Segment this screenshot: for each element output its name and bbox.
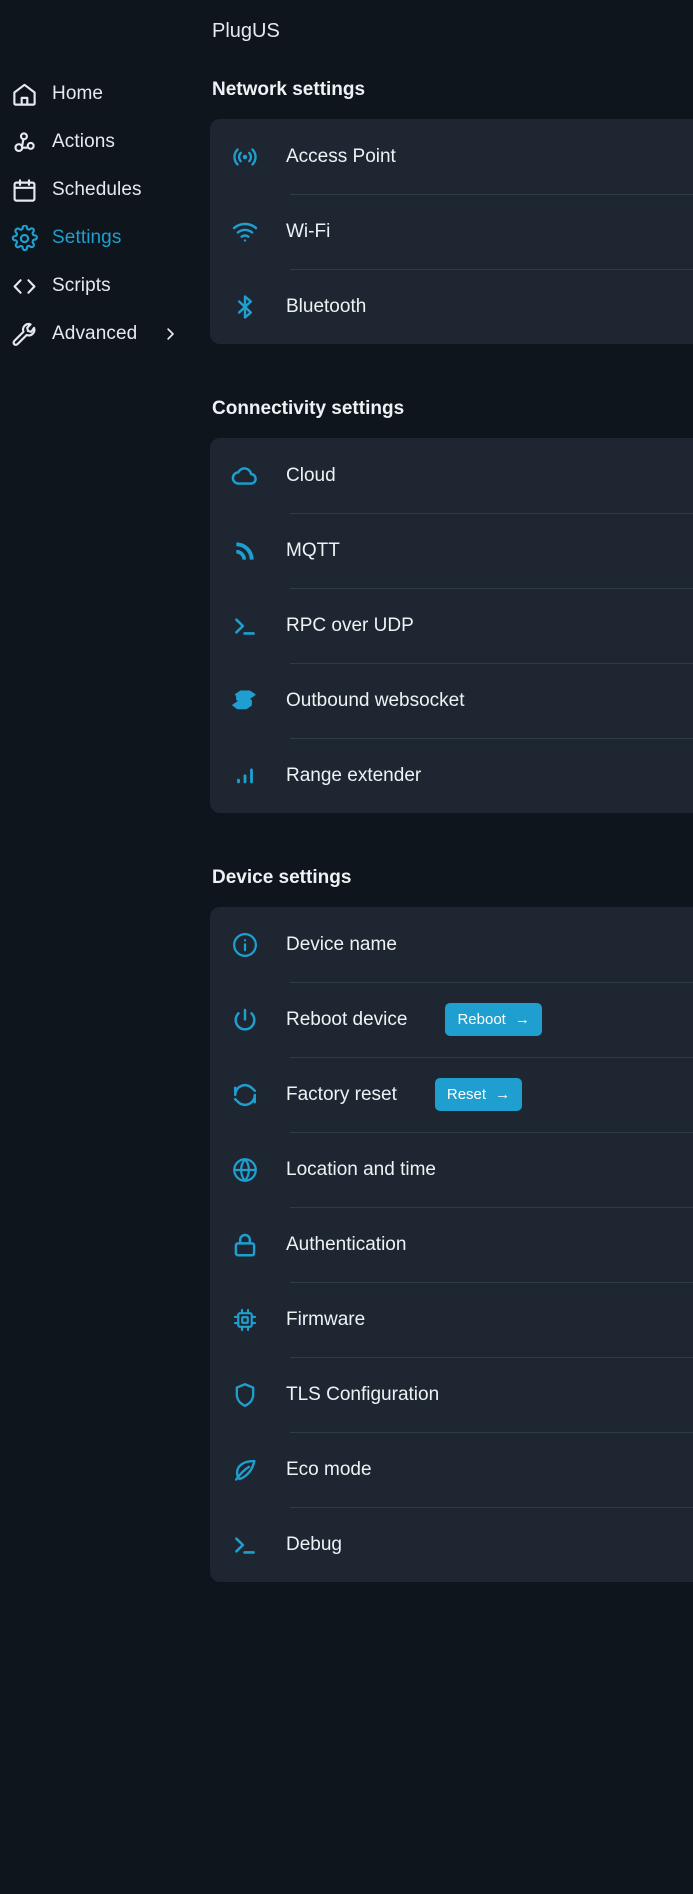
sidebar-item-actions[interactable]: Actions: [0, 118, 210, 166]
settings-row-label: Outbound websocket: [286, 689, 465, 711]
chevron-right-icon[interactable]: [161, 325, 179, 343]
settings-row-label: Firmware: [286, 1308, 366, 1330]
settings-row-access-point[interactable]: Access Point: [210, 119, 693, 194]
sidebar-item-label: Actions: [52, 131, 116, 152]
terminal-icon: [230, 1530, 260, 1560]
button-label: Reboot: [457, 1011, 506, 1028]
main-content: PlugUS Network settings Access Point Wi-Fi…: [210, 0, 693, 1894]
sidebar-item-label: Scripts: [52, 275, 111, 296]
info-icon: [230, 930, 260, 960]
power-icon: [230, 1005, 260, 1035]
settings-row-label: Range extender: [286, 764, 422, 786]
gear-icon: [10, 224, 38, 252]
settings-row-label: Access Point: [286, 145, 396, 167]
sidebar-item-label: Settings: [52, 227, 122, 248]
sidebar-item-label: Home: [52, 83, 104, 104]
arrow-right-icon: →: [514, 1011, 530, 1028]
settings-card: Access Point Wi-Fi Bluetooth: [210, 119, 693, 344]
terminal-icon: [230, 611, 260, 641]
sidebar-item-scripts[interactable]: Scripts: [0, 262, 210, 310]
settings-row-label: Cloud: [286, 464, 336, 486]
settings-row-label: Debug: [286, 1533, 342, 1555]
settings-row-label: MQTT: [286, 539, 340, 561]
settings-row-label: TLS Configuration: [286, 1383, 440, 1405]
sidebar-item-label: Advanced: [52, 323, 138, 344]
settings-row-reboot-device[interactable]: Reboot device Reboot →: [210, 982, 693, 1057]
signal-bars-icon: [230, 761, 260, 791]
settings-row-debug[interactable]: Debug: [210, 1507, 693, 1582]
sidebar-item-schedules[interactable]: Schedules: [0, 166, 210, 214]
settings-row-factory-reset[interactable]: Factory reset Reset →: [210, 1057, 693, 1132]
code-icon: [10, 272, 38, 300]
settings-row-label: Reboot device: [286, 1008, 408, 1030]
settings-card: Cloud MQTT RPC over UDP Outbound websocket R…: [210, 438, 693, 813]
shield-icon: [230, 1380, 260, 1410]
sidebar: Home Actions Schedules Settings Scripts Advan…: [0, 0, 210, 1894]
settings-row-label: Location and time: [286, 1158, 436, 1180]
settings-row-label: Device name: [286, 933, 397, 955]
section-title: Network settings: [212, 79, 366, 100]
chip-icon: [230, 1305, 260, 1335]
settings-card: Device name Reboot device Reboot → Factory r…: [210, 907, 693, 1582]
sidebar-item-home[interactable]: Home: [0, 70, 210, 118]
leaf-icon: [230, 1455, 260, 1485]
globe-icon: [230, 1155, 260, 1185]
settings-row-eco-mode[interactable]: Eco mode: [210, 1432, 693, 1507]
settings-row-label: Eco mode: [286, 1458, 372, 1480]
button-label: Reset: [446, 1086, 487, 1103]
settings-row-device-name[interactable]: Device name: [210, 907, 693, 982]
home-icon: [10, 80, 38, 108]
sidebar-item-label: Schedules: [52, 179, 142, 200]
settings-row-mqtt[interactable]: MQTT: [210, 513, 693, 588]
sidebar-item-advanced[interactable]: Advanced: [0, 310, 210, 358]
settings-row-tls-configuration[interactable]: TLS Configuration: [210, 1357, 693, 1432]
lock-icon: [230, 1230, 260, 1260]
calendar-icon: [10, 176, 38, 204]
section-title: Device settings: [212, 867, 352, 888]
reboot-button[interactable]: Reboot →: [445, 1003, 542, 1036]
websocket-icon: [230, 686, 260, 716]
settings-row-bluetooth[interactable]: Bluetooth: [210, 269, 693, 344]
cloud-icon: [230, 461, 260, 491]
settings-row-label: Factory reset: [286, 1083, 397, 1105]
settings-row-cloud[interactable]: Cloud: [210, 438, 693, 513]
reset-button[interactable]: Reset →: [434, 1078, 523, 1111]
settings-row-rpc-over-udp[interactable]: RPC over UDP: [210, 588, 693, 663]
section-title: Connectivity settings: [212, 398, 405, 419]
settings-row-label: RPC over UDP: [286, 614, 414, 636]
arrow-right-icon: →: [495, 1086, 511, 1103]
settings-row-range-extender[interactable]: Range extender: [210, 738, 693, 813]
settings-row-location-and-time[interactable]: Location and time: [210, 1132, 693, 1207]
wrench-icon: [10, 320, 38, 348]
settings-row-outbound-websocket[interactable]: Outbound websocket: [210, 663, 693, 738]
mqtt-icon: [230, 536, 260, 566]
page-title: PlugUS: [212, 20, 280, 42]
settings-row-label: Authentication: [286, 1233, 407, 1255]
sidebar-item-settings[interactable]: Settings: [0, 214, 210, 262]
settings-row-label: Bluetooth: [286, 295, 367, 317]
settings-row-label: Wi-Fi: [286, 220, 331, 242]
settings-row-firmware[interactable]: Firmware: [210, 1282, 693, 1357]
actions-icon: [10, 128, 38, 156]
wifi-icon: [230, 217, 260, 247]
access-point-icon: [230, 142, 260, 172]
app-root: Home Actions Schedules Settings Scripts Advan…: [0, 0, 693, 1894]
settings-row-authentication[interactable]: Authentication: [210, 1207, 693, 1282]
settings-row-wi-fi[interactable]: Wi-Fi: [210, 194, 693, 269]
settings-sections: Network settings Access Point Wi-Fi Bluetoo…: [210, 79, 693, 1582]
refresh-icon: [230, 1080, 260, 1110]
bluetooth-icon: [230, 292, 260, 322]
